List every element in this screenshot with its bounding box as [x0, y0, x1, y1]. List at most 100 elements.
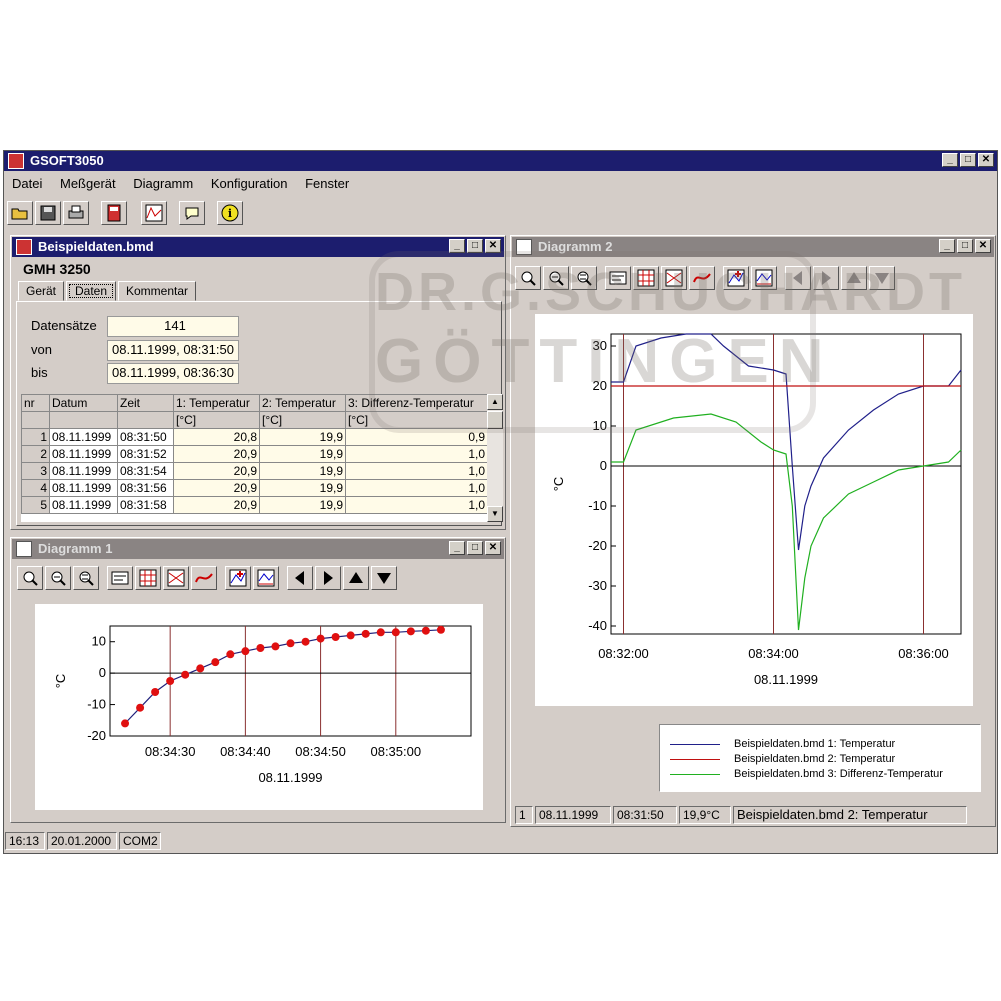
col-header-difftemp[interactable]: 3: Differenz-Temperatur — [345, 394, 487, 412]
scroll-up-icon[interactable] — [841, 266, 867, 290]
zoom-fit-icon[interactable] — [571, 266, 597, 290]
curve-settings-icon[interactable] — [751, 266, 777, 290]
table-cell[interactable]: 08:31:54 — [117, 462, 174, 480]
info-icon[interactable]: i — [217, 201, 243, 225]
data-window-minimize-button[interactable]: _ — [449, 239, 465, 253]
scroll-left-icon[interactable] — [287, 566, 313, 590]
table-cell[interactable]: 08.11.1999 — [49, 428, 118, 446]
col-header-zeit[interactable]: Zeit — [117, 394, 174, 412]
table-cell[interactable]: 08.11.1999 — [49, 462, 118, 480]
axis-scale-icon[interactable] — [163, 566, 189, 590]
tab-kommentar[interactable]: Kommentar — [118, 281, 196, 301]
add-curve-icon[interactable] — [723, 266, 749, 290]
table-cell[interactable]: 08:31:52 — [117, 445, 174, 463]
menu-diagramm[interactable]: Diagramm — [133, 176, 193, 191]
scroll-right-icon[interactable] — [813, 266, 839, 290]
label-icon[interactable] — [107, 566, 133, 590]
printer-icon[interactable] — [63, 201, 89, 225]
data-window-titlebar[interactable]: Beispieldaten.bmd _ □ ✕ — [12, 237, 504, 257]
diagram-icon[interactable] — [141, 201, 167, 225]
table-cell[interactable]: 0,9 — [345, 428, 487, 446]
maximize-button[interactable]: □ — [960, 153, 976, 167]
diagram2-titlebar[interactable]: Diagramm 2 _ □ ✕ — [512, 237, 994, 257]
table-cell[interactable]: 19,9 — [259, 445, 346, 463]
save-disk-icon[interactable] — [35, 201, 61, 225]
menu-konfiguration[interactable]: Konfiguration — [211, 176, 288, 191]
table-cell[interactable]: 1,0 — [345, 462, 487, 480]
table-cell[interactable]: 19,9 — [259, 496, 346, 514]
diagram1-close-button[interactable]: ✕ — [485, 541, 501, 555]
row-number-cell[interactable]: 4 — [21, 479, 50, 497]
col-header-datum[interactable]: Datum — [49, 394, 118, 412]
table-cell[interactable]: 20,8 — [173, 428, 260, 446]
close-button[interactable]: ✕ — [978, 153, 994, 167]
row-number-cell[interactable]: 1 — [21, 428, 50, 446]
table-cell[interactable]: 20,9 — [173, 462, 260, 480]
curve-icon[interactable] — [689, 266, 715, 290]
diagram2-minimize-button[interactable]: _ — [939, 239, 955, 253]
minimize-button[interactable]: _ — [942, 153, 958, 167]
menu-fenster[interactable]: Fenster — [305, 176, 349, 191]
table-cell[interactable]: 08:31:56 — [117, 479, 174, 497]
diagram2-close-button[interactable]: ✕ — [975, 239, 991, 253]
table-cell[interactable]: 20,9 — [173, 445, 260, 463]
scroll-left-icon[interactable] — [785, 266, 811, 290]
diagram1-maximize-button[interactable]: □ — [467, 541, 483, 555]
table-cell[interactable]: 19,9 — [259, 428, 346, 446]
open-folder-icon[interactable] — [7, 201, 33, 225]
table-cell[interactable]: 1,0 — [345, 496, 487, 514]
table-cell[interactable]: 08:31:50 — [117, 428, 174, 446]
diagram1-minimize-button[interactable]: _ — [449, 541, 465, 555]
table-scrollbar[interactable]: ▲ ▼ — [487, 394, 503, 522]
label-icon[interactable] — [605, 266, 631, 290]
tab-geraet[interactable]: Gerät — [18, 281, 64, 301]
col-header-nr[interactable]: nr — [21, 394, 50, 412]
table-cell[interactable]: 19,9 — [259, 479, 346, 497]
zoom-fit-icon[interactable] — [73, 566, 99, 590]
zoom-in-icon[interactable] — [17, 566, 43, 590]
diagram1-titlebar[interactable]: Diagramm 1 _ □ ✕ — [12, 539, 504, 559]
grid-icon[interactable] — [135, 566, 161, 590]
col-header-temp2[interactable]: 2: Temperatur — [259, 394, 346, 412]
menu-datei[interactable]: Datei — [12, 176, 42, 191]
table-cell[interactable]: 20,9 — [173, 496, 260, 514]
row-number-cell[interactable]: 5 — [21, 496, 50, 514]
device-icon[interactable] — [101, 201, 127, 225]
grid-icon[interactable] — [633, 266, 659, 290]
app-titlebar[interactable]: GSOFT3050 _ □ ✕ — [4, 151, 997, 171]
scroll-right-icon[interactable] — [315, 566, 341, 590]
data-window-close-button[interactable]: ✕ — [485, 239, 501, 253]
tab-daten[interactable]: Daten — [66, 281, 116, 301]
zoom-in-icon[interactable] — [515, 266, 541, 290]
table-row[interactable]: 5 08.11.1999 08:31:58 20,9 19,9 1,0 — [21, 496, 487, 514]
axis-scale-icon[interactable] — [661, 266, 687, 290]
curve-settings-icon[interactable] — [253, 566, 279, 590]
table-row[interactable]: 3 08.11.1999 08:31:54 20,9 19,9 1,0 — [21, 462, 487, 480]
table-row[interactable]: 4 08.11.1999 08:31:56 20,9 19,9 1,0 — [21, 479, 487, 497]
data-window-maximize-button[interactable]: □ — [467, 239, 483, 253]
diagram1-chart[interactable]: 08:34:30 08:34:40 08:34:50 08:35:00 -20 -10 0 1… — [35, 604, 483, 810]
table-cell[interactable]: 08.11.1999 — [49, 479, 118, 497]
table-cell[interactable]: 19,9 — [259, 462, 346, 480]
row-number-cell[interactable]: 2 — [21, 445, 50, 463]
table-cell[interactable]: 20,9 — [173, 479, 260, 497]
scroll-up-icon[interactable] — [343, 566, 369, 590]
menu-messgeraet[interactable]: Meßgerät — [60, 176, 116, 191]
table-row[interactable]: 2 08.11.1999 08:31:52 20,9 19,9 1,0 — [21, 445, 487, 463]
scroll-up-button[interactable]: ▲ — [487, 394, 503, 410]
table-cell[interactable]: 08:31:58 — [117, 496, 174, 514]
zoom-out-icon[interactable] — [543, 266, 569, 290]
scroll-down-icon[interactable] — [371, 566, 397, 590]
table-cell[interactable]: 1,0 — [345, 445, 487, 463]
comment-icon[interactable] — [179, 201, 205, 225]
curve-icon[interactable] — [191, 566, 217, 590]
row-number-cell[interactable]: 3 — [21, 462, 50, 480]
table-cell[interactable]: 08.11.1999 — [49, 445, 118, 463]
diagram2-chart[interactable]: 08:32:00 08:34:00 08:36:00 -40 -30 -20 -10 0 10 2… — [535, 314, 973, 706]
zoom-out-icon[interactable] — [45, 566, 71, 590]
table-cell[interactable]: 08.11.1999 — [49, 496, 118, 514]
add-curve-icon[interactable] — [225, 566, 251, 590]
scroll-down-button[interactable]: ▼ — [487, 506, 503, 522]
scroll-down-icon[interactable] — [869, 266, 895, 290]
table-row[interactable]: 1 08.11.1999 08:31:50 20,8 19,9 0,9 — [21, 428, 487, 446]
